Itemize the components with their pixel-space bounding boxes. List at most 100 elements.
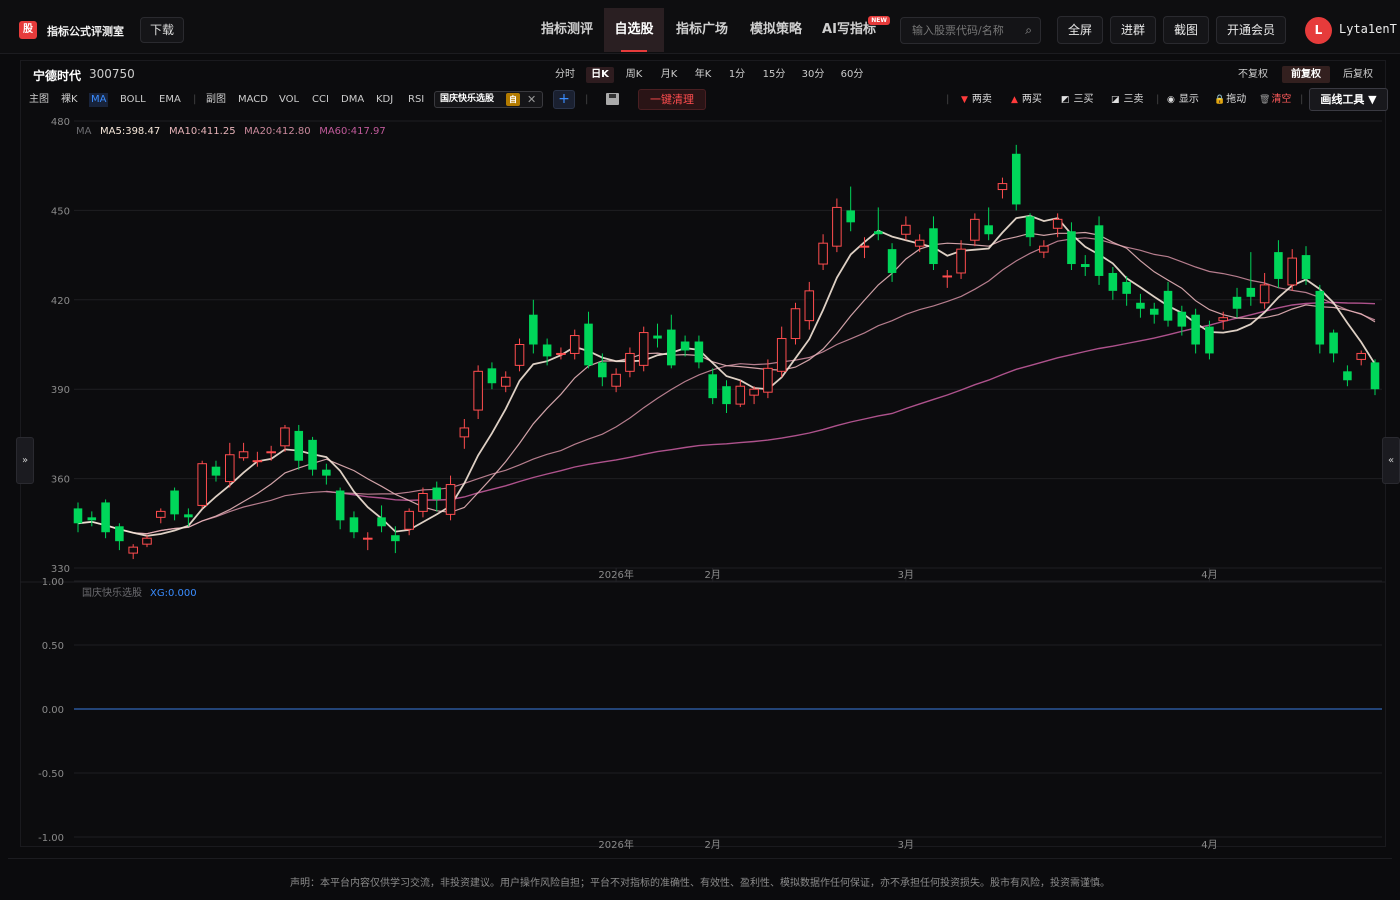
y-tick-label: 330: [51, 564, 70, 575]
candle-body: [529, 314, 538, 345]
candle: [349, 511, 359, 539]
candle-body: [170, 490, 179, 515]
candle-body: [818, 242, 828, 265]
candle-body: [970, 218, 980, 241]
sub-y-tick-label: 1.00: [42, 577, 64, 588]
candle-body: [487, 368, 497, 384]
candle-body: [1191, 314, 1200, 345]
candle-body: [197, 463, 207, 506]
candle: [653, 323, 662, 348]
candle-body: [708, 374, 717, 399]
candle-body: [956, 248, 966, 274]
candle: [667, 314, 676, 369]
candle-body: [115, 526, 124, 542]
candle: [1343, 365, 1352, 387]
candle: [680, 335, 690, 357]
sub-chart: 1.00 0.50 0.00 -0.50 -1.00 国庆快乐选股 XG:0.000: [38, 577, 1382, 844]
candle-body: [142, 537, 152, 545]
candle: [956, 240, 966, 279]
candle-body: [1343, 371, 1352, 381]
candle-body: [887, 249, 897, 273]
candles: [73, 144, 1380, 560]
candle-body: [238, 451, 249, 459]
candle: [1218, 311, 1229, 330]
candle: [73, 502, 83, 533]
candle: [87, 511, 97, 527]
candle: [224, 442, 235, 488]
candle: [197, 460, 207, 509]
candle-body: [914, 239, 925, 247]
candle: [929, 216, 938, 270]
candle-body: [404, 510, 414, 530]
candle-body: [763, 367, 773, 393]
candle-body: [294, 430, 304, 461]
candle: [749, 386, 759, 405]
candle: [473, 365, 483, 419]
candle-body: [1108, 272, 1118, 291]
candle: [1039, 240, 1049, 259]
candle-body: [1274, 252, 1283, 279]
candle: [804, 281, 815, 330]
candle: [1315, 284, 1325, 354]
candle: [763, 359, 773, 399]
candle-body: [1246, 287, 1256, 297]
legend-item: MA5:398.47: [100, 126, 160, 137]
candle-body: [556, 352, 566, 355]
kline-chart[interactable]: 480 450 420 390 360 330 2026年 2026年 2月 2月 3月 3月 4月 4…: [0, 0, 1400, 860]
sub-y-tick-label: -0.50: [38, 769, 64, 780]
candle-body: [128, 546, 138, 554]
candle: [1329, 329, 1338, 363]
candle: [584, 311, 593, 369]
candle: [170, 487, 179, 521]
candle-body: [1122, 281, 1131, 294]
candle: [694, 335, 704, 369]
candle: [776, 326, 787, 378]
candle: [1011, 144, 1021, 211]
candle: [722, 380, 731, 414]
candle: [391, 526, 400, 554]
candle: [1163, 281, 1173, 327]
candle: [101, 499, 110, 539]
candle-body: [473, 370, 483, 411]
candle-body: [87, 517, 97, 521]
ma-lines: [77, 214, 1376, 537]
candle-body: [984, 225, 993, 235]
expand-right-button[interactable]: «: [1382, 437, 1400, 484]
candle-body: [1205, 326, 1214, 354]
candle: [1287, 249, 1297, 291]
candle-body: [680, 341, 690, 351]
x-tick-label: 3月: [898, 569, 914, 581]
candle: [529, 299, 538, 354]
candle-body: [873, 231, 883, 235]
candle: [308, 436, 317, 476]
x-tick-label: 2月: [705, 569, 721, 581]
candle-body: [211, 466, 221, 476]
candle: [294, 424, 304, 470]
candle-body: [1232, 296, 1242, 309]
candle-body: [667, 329, 676, 366]
y-tick-label: 480: [51, 117, 70, 128]
candle-body: [929, 228, 938, 265]
candle: [735, 380, 746, 408]
candle: [1301, 246, 1311, 285]
legend-item: MA20:412.80: [244, 126, 311, 137]
candle-body: [832, 206, 842, 247]
candle-body: [722, 386, 731, 405]
candle-body: [584, 323, 593, 366]
candle-body: [1080, 264, 1090, 268]
candle-body: [1301, 255, 1311, 279]
candle: [514, 338, 525, 372]
divider: [8, 858, 1392, 859]
candle: [1246, 252, 1256, 306]
sub-y-tick-label: 0.50: [42, 641, 64, 652]
candle-body: [335, 490, 345, 521]
candle-body: [1163, 290, 1173, 321]
expand-left-button[interactable]: »: [16, 437, 34, 484]
sub-chart-value: XG:0.000: [150, 588, 197, 599]
candle: [487, 362, 497, 390]
candle-body: [1149, 308, 1159, 315]
disclaimer-text: 声明：本平台内容仅供学习交流，非投资建议。用户操作风险自担；平台不对指标的准确性…: [290, 878, 1110, 889]
candle-body: [1177, 311, 1187, 327]
ma-legend: MA MA5:398.47 MA10:411.25 MA20:412.80 MA60:4…: [76, 126, 386, 137]
candle-body: [735, 385, 746, 405]
